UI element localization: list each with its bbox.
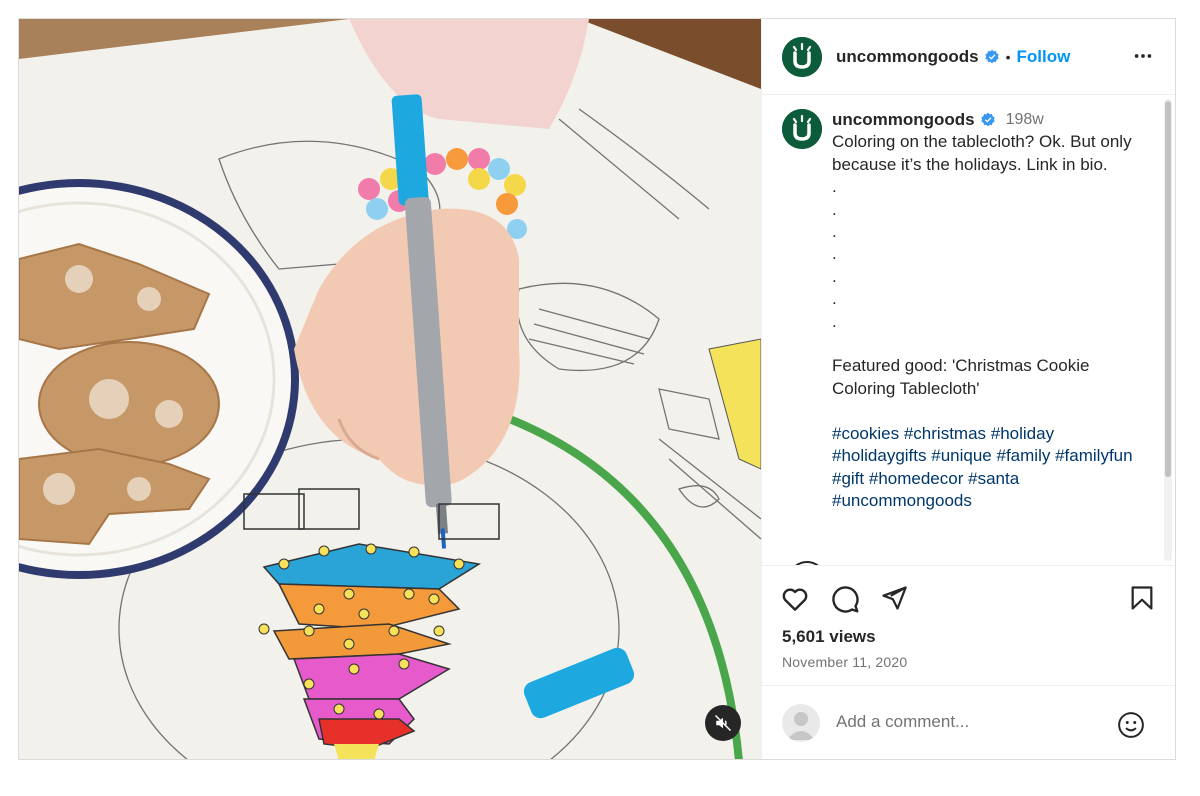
mute-button[interactable] [705, 705, 741, 741]
hashtag-link[interactable]: #unique [931, 446, 992, 465]
uncommongoods-logo [782, 36, 822, 77]
comment-bubble-icon[interactable] [830, 584, 860, 614]
comment-input[interactable] [836, 712, 1096, 732]
hashtag-link[interactable]: #uncommongoods [832, 491, 972, 510]
caption-avatar[interactable] [782, 109, 822, 149]
scrollbar-thumb[interactable] [1165, 101, 1171, 477]
post-video[interactable] [19, 19, 761, 759]
avatar[interactable] [782, 36, 822, 77]
action-bar: 5,601 views November 11, 2020 [762, 565, 1175, 686]
hashtag-link[interactable]: #homedecor [869, 469, 964, 488]
verified-badge-icon [980, 112, 995, 127]
post-date: November 11, 2020 [782, 654, 908, 670]
post-header: uncommongoods • Follow [762, 19, 1175, 95]
hashtag-link[interactable]: #cookies [832, 424, 899, 443]
username-link[interactable]: uncommongoods [836, 47, 979, 67]
caption: uncommongoods 198w Coloring on the table… [782, 109, 1142, 512]
bookmark-icon[interactable] [1128, 584, 1156, 612]
verified-badge-icon [984, 49, 999, 63]
post-side-panel: uncommongoods • Follow uncommongoods 198… [761, 19, 1175, 759]
speaker-muted-icon [714, 714, 732, 732]
avatar [782, 704, 820, 742]
post-age: 198w [1005, 111, 1044, 128]
follow-button[interactable]: Follow [1017, 47, 1071, 67]
caption-body: uncommongoods 198w Coloring on the table… [832, 109, 1142, 512]
hashtag-link[interactable]: #familyfun [1055, 446, 1132, 465]
heart-icon[interactable] [780, 584, 810, 614]
hashtag-link[interactable]: #family [997, 446, 1051, 465]
hashtag-link[interactable]: #santa [968, 469, 1019, 488]
paper-plane-icon[interactable] [880, 584, 908, 612]
caption-username-link[interactable]: uncommongoods [832, 109, 975, 131]
hashtag-list: #cookies #christmas #holiday #holidaygif… [832, 423, 1142, 513]
hashtag-link[interactable]: #christmas [904, 424, 986, 443]
default-avatar-icon [787, 712, 815, 740]
more-options-icon[interactable] [1132, 45, 1154, 67]
emoji-icon[interactable] [1116, 710, 1146, 740]
hashtag-link[interactable]: #holiday [991, 424, 1054, 443]
comments-scrollbar[interactable] [1164, 99, 1172, 561]
view-count[interactable]: 5,601 views [782, 627, 876, 647]
add-comment-bar [762, 685, 1175, 759]
separator-dot: • [1005, 48, 1011, 65]
instagram-post: uncommongoods • Follow uncommongoods 198… [18, 18, 1176, 760]
hashtag-link[interactable]: #holidaygifts [832, 446, 927, 465]
caption-text: Coloring on the tablecloth? Ok. But only… [832, 132, 1132, 398]
hashtag-link[interactable]: #gift [832, 469, 864, 488]
video-frame-image [19, 19, 761, 759]
comments-section[interactable]: uncommongoods 198w Coloring on the table… [762, 95, 1175, 565]
uncommongoods-logo [782, 109, 822, 149]
caption-header: uncommongoods 198w [832, 109, 1142, 131]
